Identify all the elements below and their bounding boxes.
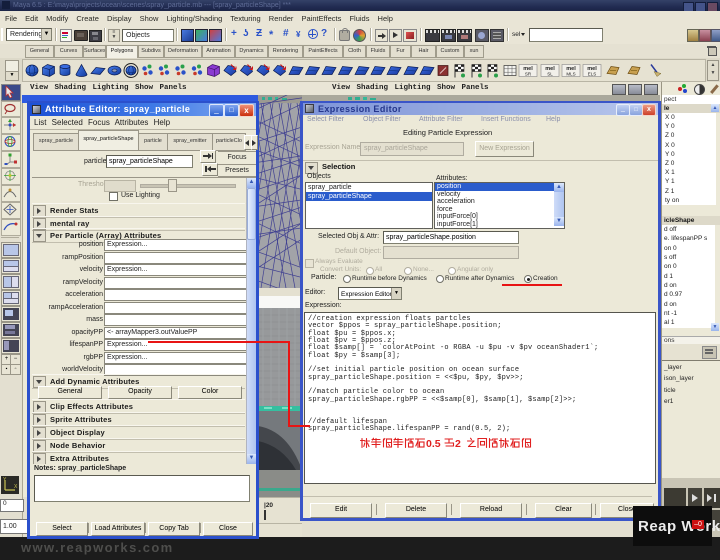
svg-text:2: 2: [455, 438, 461, 450]
svg-text:ELS: ELS: [588, 72, 597, 77]
svg-text:0.5: 0.5: [426, 438, 441, 450]
svg-text:Y: Y: [3, 477, 7, 483]
svg-text:MLS: MLS: [566, 72, 575, 77]
svg-text:SL: SL: [547, 72, 553, 77]
svg-text:SR: SR: [525, 72, 532, 77]
svg-text:X: X: [14, 484, 18, 490]
